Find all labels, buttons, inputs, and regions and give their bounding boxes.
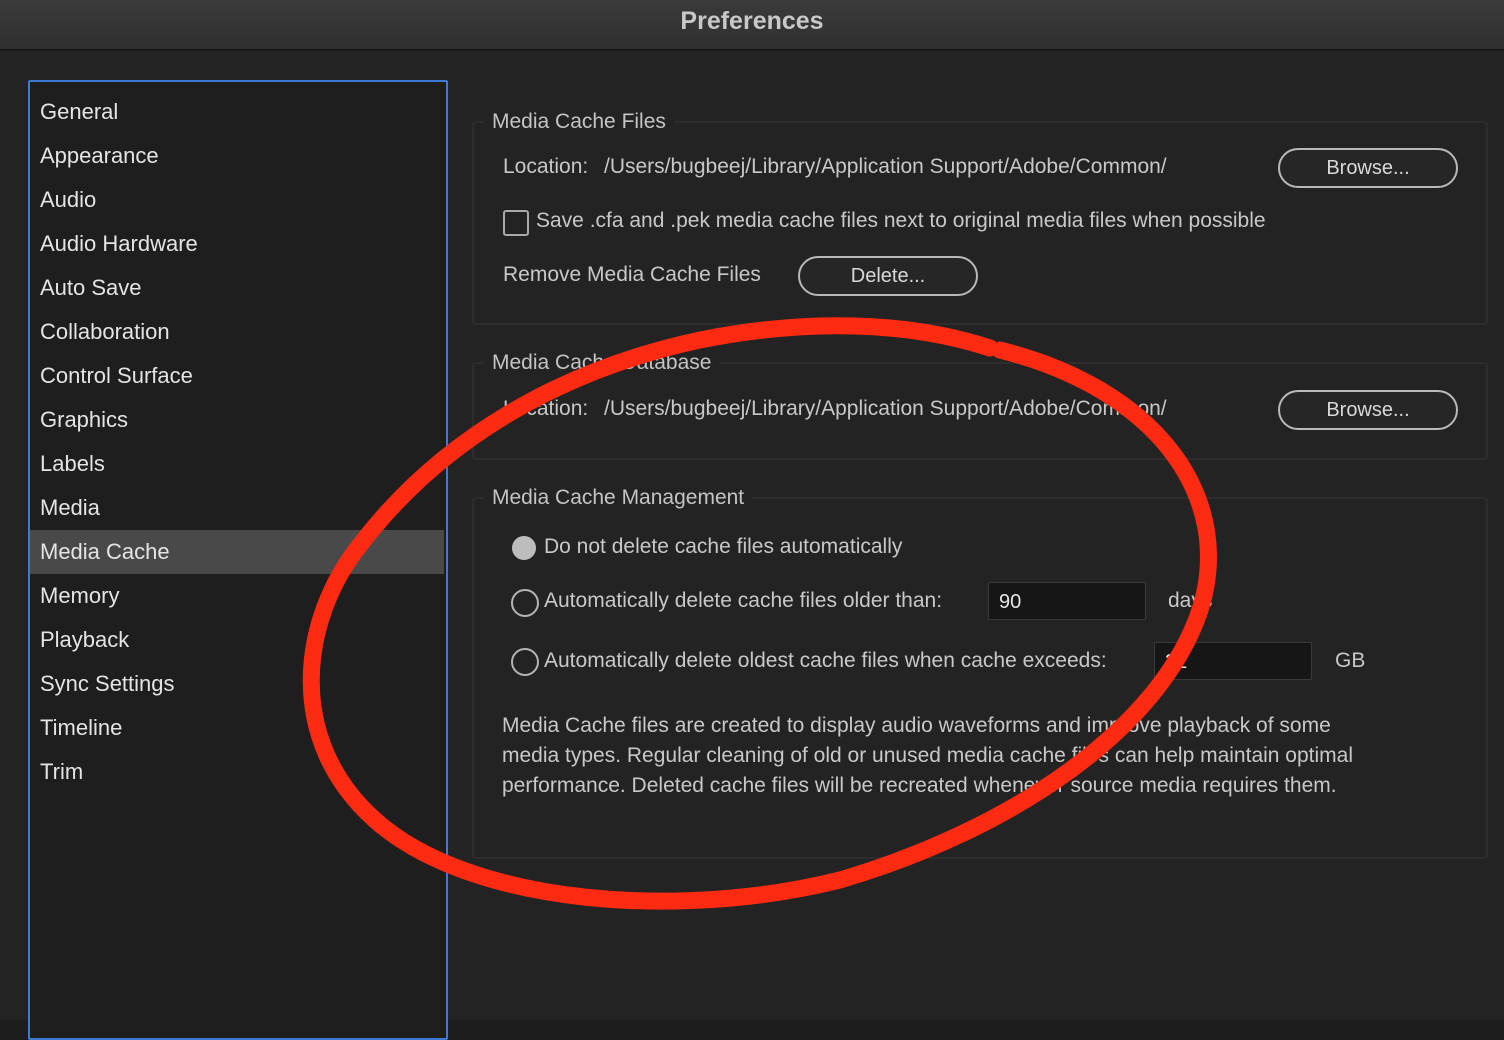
- radio-delete-when-exceeds-label: Automatically delete oldest cache files …: [544, 649, 1107, 672]
- sidebar-item-timeline[interactable]: Timeline: [30, 706, 444, 750]
- sidebar-item-media-cache[interactable]: Media Cache: [30, 530, 444, 574]
- preferences-content: General Appearance Audio Audio Hardware …: [0, 51, 1504, 1040]
- save-cache-next-to-media-label: Save .cfa and .pek media cache files nex…: [536, 209, 1266, 232]
- preferences-sidebar: General Appearance Audio Audio Hardware …: [28, 80, 448, 1040]
- sidebar-item-appearance[interactable]: Appearance: [30, 134, 444, 178]
- window-title: Preferences: [680, 7, 824, 35]
- radio-delete-older-than-label: Automatically delete cache files older t…: [544, 589, 943, 612]
- media-cache-management-title: Media Cache Management: [484, 485, 753, 511]
- cache-files-browse-button[interactable]: Browse...: [1278, 148, 1458, 188]
- sidebar-item-audio[interactable]: Audio: [30, 178, 444, 222]
- sidebar-item-trim[interactable]: Trim: [30, 750, 444, 794]
- radio-do-not-delete[interactable]: [512, 536, 536, 560]
- days-input[interactable]: 90: [988, 582, 1146, 620]
- sidebar-item-labels[interactable]: Labels: [30, 442, 444, 486]
- cache-database-location-path: /Users/bugbeej/Library/Application Suppo…: [604, 397, 1167, 420]
- sidebar-item-sync-settings[interactable]: Sync Settings: [30, 662, 444, 706]
- sidebar-item-memory[interactable]: Memory: [30, 574, 444, 618]
- sidebar-item-graphics[interactable]: Graphics: [30, 398, 444, 442]
- days-unit-label: days: [1168, 589, 1213, 612]
- cache-files-location-label: Location:: [503, 155, 589, 178]
- sidebar-item-auto-save[interactable]: Auto Save: [30, 266, 444, 310]
- sidebar-item-media[interactable]: Media: [30, 486, 444, 530]
- save-cache-next-to-media-checkbox[interactable]: [503, 210, 529, 236]
- sidebar-item-collaboration[interactable]: Collaboration: [30, 310, 444, 354]
- remove-cache-files-label: Remove Media Cache Files: [503, 263, 761, 286]
- delete-cache-button[interactable]: Delete...: [798, 256, 978, 296]
- gb-unit-label: GB: [1335, 649, 1366, 672]
- sidebar-item-control-surface[interactable]: Control Surface: [30, 354, 444, 398]
- cache-database-location-label: Location:: [503, 397, 589, 420]
- radio-delete-older-than[interactable]: [511, 589, 539, 617]
- media-cache-database-title: Media Cache Database: [484, 350, 720, 376]
- sidebar-item-playback[interactable]: Playback: [30, 618, 444, 662]
- gb-input[interactable]: 32: [1154, 642, 1312, 680]
- sidebar-item-general[interactable]: General: [30, 90, 444, 134]
- media-cache-files-title: Media Cache Files: [484, 109, 674, 135]
- media-cache-description: Media Cache files are created to display…: [502, 714, 1353, 797]
- title-bar: Preferences: [0, 0, 1504, 50]
- cache-database-browse-button[interactable]: Browse...: [1278, 390, 1458, 430]
- radio-do-not-delete-label: Do not delete cache files automatically: [544, 535, 903, 558]
- cache-files-location-path: /Users/bugbeej/Library/Application Suppo…: [604, 155, 1167, 178]
- sidebar-item-audio-hardware[interactable]: Audio Hardware: [30, 222, 444, 266]
- radio-delete-when-exceeds[interactable]: [511, 648, 539, 676]
